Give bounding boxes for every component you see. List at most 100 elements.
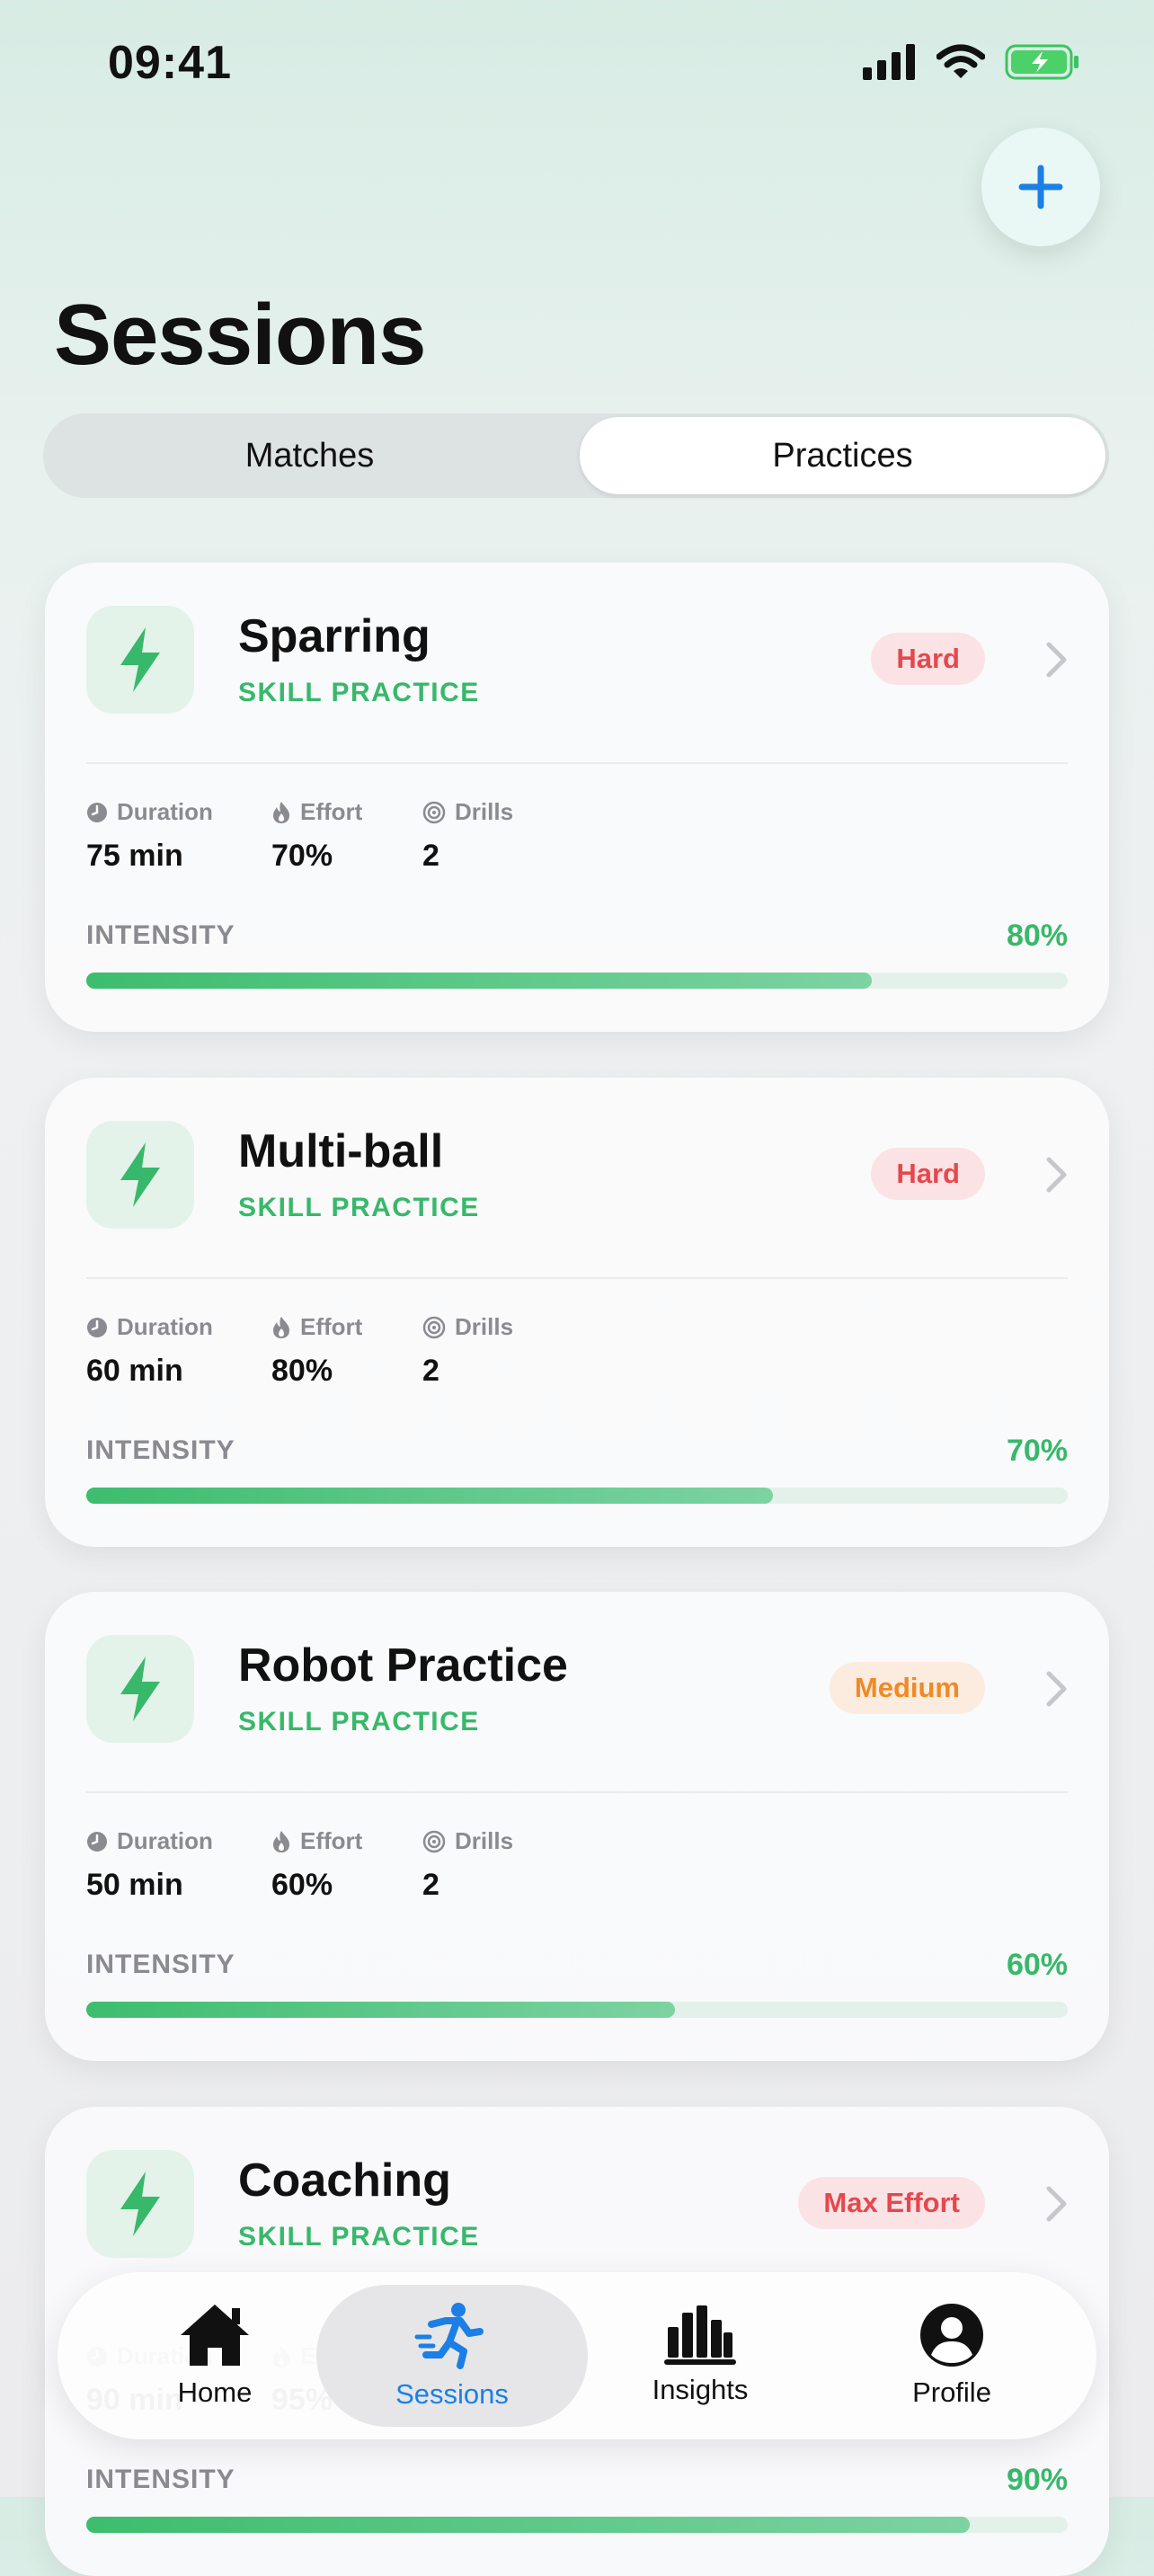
difficulty-badge: Max Effort xyxy=(798,2177,985,2229)
effort-stat: Effort 60% xyxy=(271,1827,362,1903)
wifi-icon xyxy=(937,44,985,78)
bolt-icon-tile xyxy=(86,606,194,714)
duration-value: 75 min xyxy=(86,839,183,873)
effort-value: 70% xyxy=(271,839,333,873)
intensity-label: INTENSITY xyxy=(86,2465,235,2494)
effort-stat: Effort 70% xyxy=(271,798,362,874)
target-icon xyxy=(422,801,446,823)
duration-stat: Duration 75 min xyxy=(86,798,213,874)
target-icon xyxy=(422,1830,446,1852)
intensity-label: INTENSITY xyxy=(86,1435,235,1465)
session-card[interactable]: Sparring SKILL PRACTICE Hard Duration 75… xyxy=(45,563,1109,1032)
intensity-label: INTENSITY xyxy=(86,1950,235,1979)
session-type: SKILL PRACTICE xyxy=(238,2222,480,2252)
tab-insights-label: Insights xyxy=(652,2374,749,2405)
intensity-fill xyxy=(86,973,872,989)
bolt-icon-tile xyxy=(86,1121,194,1229)
effort-label: Effort xyxy=(300,798,363,825)
plus-icon xyxy=(1018,164,1063,209)
tab-profile[interactable]: Profile xyxy=(875,2272,1028,2439)
difficulty-badge: Hard xyxy=(871,1148,985,1200)
drills-stat: Drills 2 xyxy=(422,1313,513,1389)
effort-stat: Effort 80% xyxy=(271,1313,362,1389)
duration-value: 50 min xyxy=(86,1868,183,1902)
cellular-signal-icon xyxy=(863,44,915,80)
card-divider xyxy=(86,762,1068,764)
intensity-bar xyxy=(86,1488,1068,1504)
effort-label: Effort xyxy=(300,1313,363,1340)
person-icon xyxy=(920,2304,983,2367)
segment-practices[interactable]: Practices xyxy=(580,417,1105,494)
drills-value: 2 xyxy=(422,839,439,873)
chevron-right-icon xyxy=(1046,1671,1067,1707)
duration-stat: Duration 60 min xyxy=(86,1313,213,1389)
tab-home-label: Home xyxy=(177,2376,253,2408)
intensity-fill xyxy=(86,2002,676,2018)
session-name: Multi-ball xyxy=(238,1125,444,1177)
tab-sessions[interactable]: Sessions xyxy=(362,2272,542,2439)
drills-stat: Drills 2 xyxy=(422,798,513,874)
status-time: 09:41 xyxy=(108,37,232,89)
difficulty-badge: Hard xyxy=(871,633,985,685)
status-bar: 09:41 xyxy=(0,0,1154,126)
intensity-value: 90% xyxy=(1006,2463,1068,2497)
bolt-icon xyxy=(120,627,160,692)
chevron-right-icon xyxy=(1046,1157,1067,1193)
effort-label: Effort xyxy=(300,1827,363,1854)
tab-sessions-label: Sessions xyxy=(395,2378,509,2410)
session-card[interactable]: Multi-ball SKILL PRACTICE Hard Duration … xyxy=(45,1078,1109,1547)
status-icons xyxy=(863,43,1080,81)
page-title: Sessions xyxy=(54,287,427,383)
tab-home[interactable]: Home xyxy=(138,2272,291,2439)
session-type: SKILL PRACTICE xyxy=(238,678,480,707)
target-icon xyxy=(422,1316,446,1338)
bolt-icon xyxy=(120,1142,160,1207)
drills-label: Drills xyxy=(455,798,514,825)
bolt-icon-tile xyxy=(86,2150,194,2258)
add-session-button[interactable] xyxy=(981,128,1100,246)
home-icon xyxy=(181,2305,249,2366)
intensity-fill xyxy=(86,1488,774,1504)
bar-chart-icon xyxy=(664,2305,736,2365)
battery-charging-icon xyxy=(1005,44,1079,80)
runner-icon xyxy=(414,2303,484,2369)
flame-icon xyxy=(273,1316,289,1338)
intensity-value: 80% xyxy=(1006,919,1068,953)
tab-insights[interactable]: Insights xyxy=(624,2272,777,2439)
duration-label: Duration xyxy=(117,798,213,825)
duration-stat: Duration 50 min xyxy=(86,1827,213,1903)
drills-value: 2 xyxy=(422,1354,439,1388)
session-name: Sparring xyxy=(238,610,431,662)
chevron-right-icon xyxy=(1046,2186,1067,2222)
tab-bar: Home Sessions Insights Profile xyxy=(58,2272,1096,2439)
card-divider xyxy=(86,1791,1068,1793)
clock-icon xyxy=(87,1831,107,1852)
drills-value: 2 xyxy=(422,1868,439,1902)
session-name: Coaching xyxy=(238,2154,451,2207)
duration-value: 60 min xyxy=(86,1354,183,1388)
drills-label: Drills xyxy=(455,1313,514,1340)
session-card[interactable]: Robot Practice SKILL PRACTICE Medium Dur… xyxy=(45,1592,1109,2061)
segmented-control: Matches Practices xyxy=(43,413,1109,498)
bolt-icon xyxy=(120,1657,160,1721)
duration-label: Duration xyxy=(117,1313,213,1340)
drills-label: Drills xyxy=(455,1827,514,1854)
effort-value: 80% xyxy=(271,1354,333,1388)
tab-profile-label: Profile xyxy=(912,2376,991,2408)
session-type: SKILL PRACTICE xyxy=(238,1707,480,1737)
bolt-icon-tile xyxy=(86,1635,194,1743)
clock-icon xyxy=(87,1317,107,1337)
intensity-value: 60% xyxy=(1006,1948,1068,1982)
chevron-right-icon xyxy=(1046,642,1067,678)
flame-icon xyxy=(273,1830,289,1852)
intensity-bar xyxy=(86,2517,1068,2533)
intensity-bar xyxy=(86,973,1068,989)
intensity-bar xyxy=(86,2002,1068,2018)
intensity-label: INTENSITY xyxy=(86,920,235,950)
drills-stat: Drills 2 xyxy=(422,1827,513,1903)
intensity-fill xyxy=(86,2517,970,2533)
duration-label: Duration xyxy=(117,1827,213,1854)
intensity-value: 70% xyxy=(1006,1434,1068,1468)
session-type: SKILL PRACTICE xyxy=(238,1193,480,1222)
segment-matches[interactable]: Matches xyxy=(47,417,573,494)
